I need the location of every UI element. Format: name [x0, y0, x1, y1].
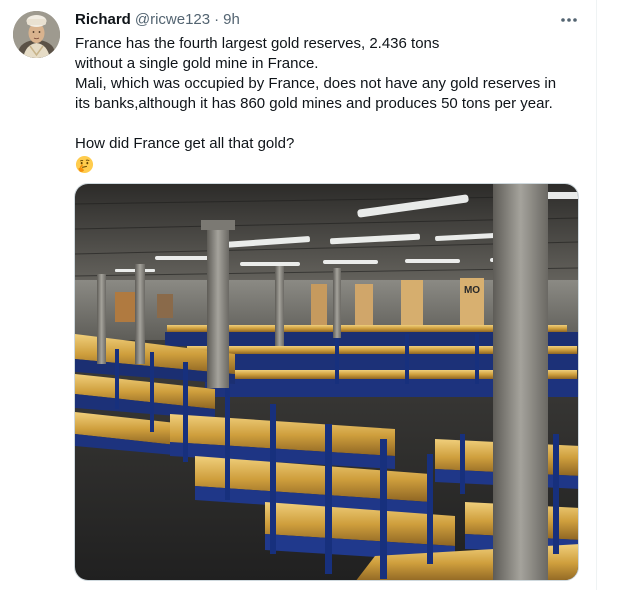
tweet-image[interactable]: MO	[74, 183, 579, 581]
tweet-text: France has the fourth largest gold reser…	[75, 34, 580, 174]
tweet-header: Richard @ricwe123 · 9h	[75, 10, 240, 30]
timestamp[interactable]: 9h	[223, 10, 240, 30]
user-handle[interactable]: @ricwe123	[135, 10, 210, 30]
more-horizontal-icon	[561, 18, 577, 22]
tweet-text-blank-line	[75, 114, 580, 134]
tweet-text-line: France has the fourth largest gold reser…	[75, 35, 440, 52]
tweet-card[interactable]: Richard @ricwe123 · 9h France has the fo…	[0, 0, 597, 590]
tweet-text-line: without a single gold mine in France.	[75, 55, 319, 72]
gold-vault-photo: MO	[75, 184, 578, 580]
display-name[interactable]: Richard	[75, 10, 131, 30]
avatar[interactable]	[13, 11, 60, 58]
tweet-text-line: Mali, which was occupied by France, does…	[75, 75, 557, 92]
tweet-text-line: How did France get all that gold?	[75, 135, 295, 152]
more-options-button[interactable]	[556, 9, 582, 31]
separator-dot: ·	[214, 11, 220, 28]
avatar-portrait-icon	[13, 11, 60, 58]
thinking-face-emoji-icon	[75, 155, 94, 174]
tweet-text-line: its banks,although it has 860 gold mines…	[75, 95, 553, 112]
vault-sign-text: MO	[464, 285, 480, 296]
